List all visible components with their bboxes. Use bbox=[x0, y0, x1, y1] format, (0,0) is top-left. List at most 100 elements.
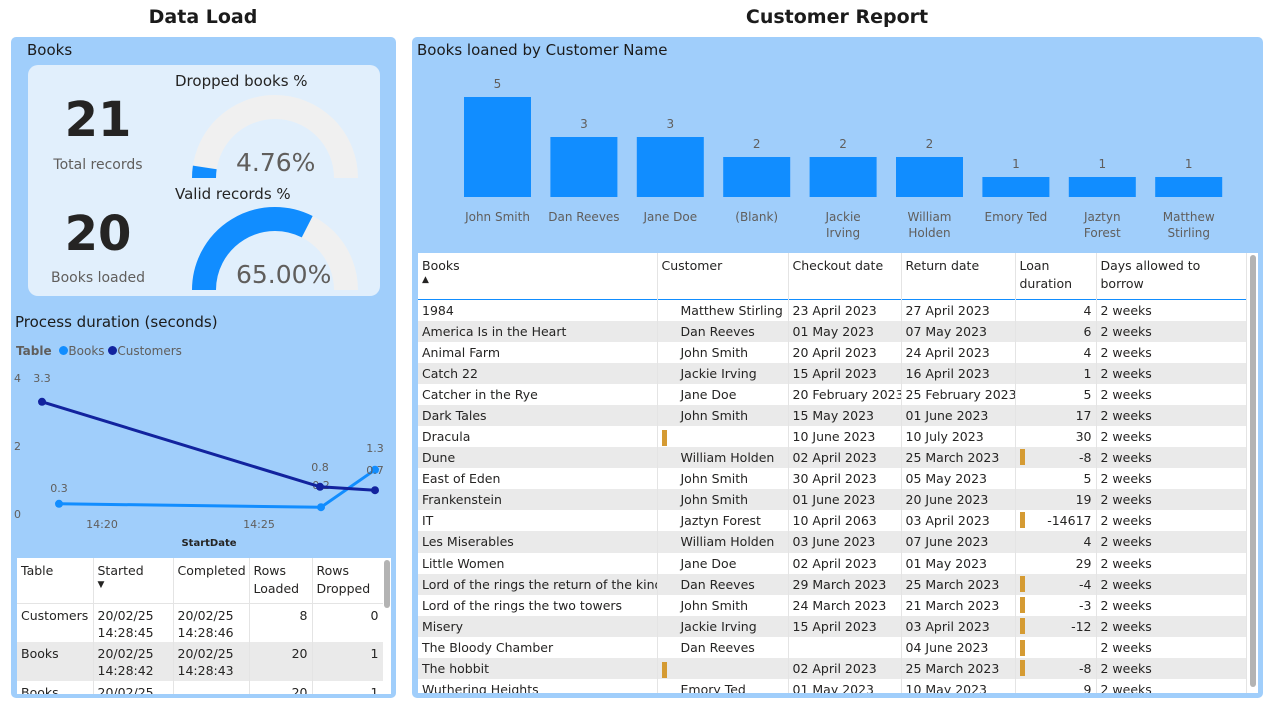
table-row[interactable]: Misery Jackie Irving 15 April 2023 03 April… bbox=[418, 615, 1247, 637]
table-row[interactable]: Catch 22 Jackie Irving 15 April 2023 16 Apr… bbox=[418, 362, 1247, 384]
category-label: Jane Doe bbox=[642, 210, 697, 224]
table-cell: 9 bbox=[1015, 679, 1097, 693]
table-cell: Jane Doe bbox=[657, 383, 789, 405]
table-cell: 2 weeks bbox=[1096, 594, 1247, 616]
load-table-scroll-thumb[interactable] bbox=[384, 560, 390, 608]
bar[interactable] bbox=[636, 137, 704, 197]
col-days-allowed[interactable]: Days allowed to borrow bbox=[1096, 253, 1247, 299]
col-loan-duration[interactable]: Loan duration bbox=[1015, 253, 1097, 299]
table-cell: Animal Farm bbox=[418, 341, 658, 363]
table-cell: Lord of the rings the two towers bbox=[418, 594, 658, 616]
customer-report-title: Customer Report bbox=[745, 6, 929, 28]
table-cell: 01 May 2023 bbox=[788, 679, 902, 693]
loans-table-scroll-thumb[interactable] bbox=[1250, 255, 1256, 687]
table-cell: 5 bbox=[1015, 383, 1097, 405]
bar[interactable] bbox=[1155, 177, 1223, 197]
load-table-scrollbar[interactable] bbox=[383, 558, 391, 694]
table-cell: East of Eden bbox=[418, 468, 658, 490]
col-rows-dropped[interactable]: Rows Dropped bbox=[312, 558, 384, 603]
category-label: Holden bbox=[908, 226, 950, 240]
table-cell: 2 weeks bbox=[1096, 573, 1247, 595]
loans-table-scrollbar[interactable] bbox=[1248, 253, 1258, 693]
table-row[interactable]: The hobbit 02 April 2023 25 March 2023 -8 2 … bbox=[418, 658, 1247, 680]
table-row[interactable]: Frankenstein John Smith 01 June 2023 20 Jun… bbox=[418, 489, 1247, 511]
table-row[interactable]: Books 20/02/25 20 1 bbox=[17, 681, 384, 694]
bar[interactable] bbox=[550, 137, 618, 197]
x-axis-title: StartDate bbox=[181, 538, 236, 549]
data-point-books[interactable] bbox=[317, 503, 325, 512]
table-cell: -12 bbox=[1015, 615, 1097, 637]
table-cell: The Bloody Chamber bbox=[418, 636, 658, 658]
table-cell: 25 February 2023 bbox=[901, 383, 1016, 405]
warning-icon bbox=[1019, 575, 1025, 592]
table-row[interactable]: Catcher in the Rye Jane Doe 20 February 20… bbox=[418, 383, 1247, 405]
table-row[interactable]: Dracula 10 June 2023 10 July 2023 30 2 weeks bbox=[418, 425, 1247, 448]
table-row[interactable]: Books 20/02/25 14:28:42 20/02/25 14:28:43 2… bbox=[17, 642, 384, 681]
table-cell: 03 April 2023 bbox=[901, 510, 1016, 532]
table-cell: Dan Reeves bbox=[657, 573, 789, 595]
table-cell: 29 bbox=[1015, 552, 1097, 574]
col-rows-loaded[interactable]: Rows Loaded bbox=[249, 558, 313, 603]
table-row[interactable]: 1984 Matthew Stirling 23 April 2023 27 Apri… bbox=[418, 299, 1247, 321]
table-cell: 2 weeks bbox=[1096, 383, 1247, 405]
books-loaded-label: Books loaded bbox=[50, 270, 145, 286]
col-customer[interactable]: Customer bbox=[657, 253, 789, 299]
table-row[interactable]: Dark Tales John Smith 15 May 2023 01 June 2… bbox=[418, 404, 1247, 426]
bar-value-label: 2 bbox=[839, 137, 847, 151]
col-started[interactable]: Started ▼ bbox=[93, 558, 174, 603]
table-row[interactable]: Animal Farm John Smith 20 April 2023 24 Apr… bbox=[418, 341, 1247, 363]
series-line-customers[interactable] bbox=[41, 400, 376, 492]
table-row[interactable]: East of Eden John Smith 30 April 2023 05 Ma… bbox=[418, 468, 1247, 490]
data-point-books[interactable] bbox=[55, 499, 63, 508]
table-cell: Dark Tales bbox=[418, 404, 658, 426]
table-row[interactable]: The Bloody Chamber Dan Reeves 04 June 2023… bbox=[418, 636, 1247, 658]
table-cell: 25 March 2023 bbox=[901, 658, 1016, 680]
valid-records-value: 65.00% bbox=[236, 260, 332, 289]
table-row[interactable]: Little Women Jane Doe 02 April 2023 01 May … bbox=[418, 552, 1247, 574]
warning-icon bbox=[1019, 449, 1025, 466]
bar[interactable] bbox=[809, 157, 877, 197]
table-cell: 03 June 2023 bbox=[788, 531, 902, 553]
table-cell: Jackie Irving bbox=[657, 362, 789, 384]
data-point-customers[interactable] bbox=[38, 397, 46, 406]
table-row[interactable]: America Is in the Heart Dan Reeves 01 May … bbox=[418, 320, 1247, 342]
bar[interactable] bbox=[982, 177, 1050, 197]
table-row[interactable]: Customers 20/02/25 14:28:45 20/02/25 14:28… bbox=[17, 603, 384, 642]
table-cell: 16 April 2023 bbox=[901, 362, 1016, 384]
table-cell: 20/02/25 bbox=[93, 681, 174, 694]
data-point-customers[interactable] bbox=[371, 486, 379, 495]
table-row[interactable]: Dune William Holden 02 April 2023 25 March … bbox=[418, 447, 1247, 469]
table-cell: 10 June 2023 bbox=[788, 425, 902, 448]
bar[interactable] bbox=[723, 157, 791, 197]
col-return-date[interactable]: Return date bbox=[901, 253, 1016, 299]
table-cell: 2 weeks bbox=[1096, 531, 1247, 553]
table-cell: Matthew Stirling bbox=[657, 299, 789, 321]
col-checkout-date[interactable]: Checkout date bbox=[788, 253, 902, 299]
table-row[interactable]: Les Miserables William Holden 03 June 2023… bbox=[418, 531, 1247, 553]
legend-books-label[interactable]: Books bbox=[68, 344, 104, 358]
data-point-customers[interactable] bbox=[316, 482, 324, 491]
bar[interactable] bbox=[1068, 177, 1136, 197]
bar[interactable] bbox=[896, 157, 963, 197]
col-table[interactable]: Table bbox=[17, 558, 94, 603]
table-row[interactable]: Lord of the rings the two towers John Smi… bbox=[418, 594, 1247, 616]
bar-value-label: 1 bbox=[1012, 157, 1020, 171]
col-completed[interactable]: Completed bbox=[173, 558, 250, 603]
table-cell: 07 May 2023 bbox=[901, 320, 1016, 342]
category-label: Stirling bbox=[1167, 226, 1209, 240]
process-chart-title: Process duration (seconds) bbox=[15, 313, 218, 331]
table-cell: Frankenstein bbox=[418, 489, 658, 511]
legend-customers-label[interactable]: Customers bbox=[117, 344, 182, 358]
process-duration-chart: 02414:2014:25StartDate0.30.21.33.30.80.7 bbox=[14, 372, 384, 549]
table-cell: 20 June 2023 bbox=[901, 489, 1016, 511]
table-row[interactable]: Lord of the rings the return of the kind… bbox=[418, 573, 1247, 595]
data-load-title: Data Load bbox=[148, 6, 258, 28]
table-row[interactable]: IT Jaztyn Forest 10 April 2063 03 April 202… bbox=[418, 510, 1247, 532]
table-row[interactable]: Wuthering Heights Emory Ted 01 May 2023 10 … bbox=[418, 679, 1247, 693]
bar[interactable] bbox=[464, 97, 531, 197]
table-cell: 2 weeks bbox=[1096, 468, 1247, 490]
dropped-books-value: 4.76% bbox=[236, 148, 316, 177]
table-cell: -3 bbox=[1015, 594, 1097, 616]
category-label: (Blank) bbox=[735, 210, 778, 224]
col-books[interactable]: Books ▲ bbox=[418, 253, 658, 299]
